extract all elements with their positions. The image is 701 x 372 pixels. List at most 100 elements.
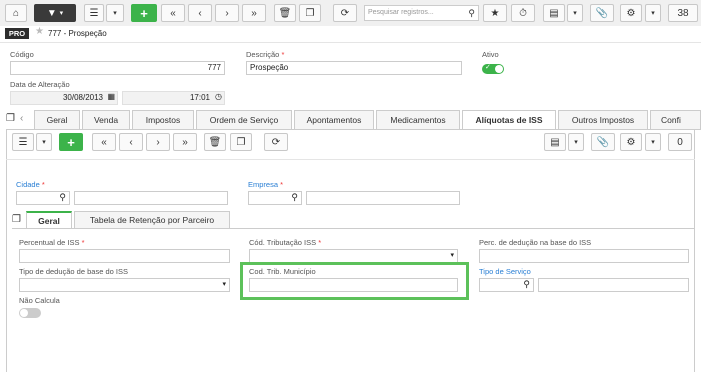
chevron-right-icon: › [156, 136, 160, 148]
favorite-button[interactable]: ★ [483, 4, 507, 22]
tab-geral[interactable]: Geral [34, 110, 80, 130]
codigo-label: Código [10, 50, 34, 59]
layout-button[interactable]: ☰ [84, 4, 104, 22]
cidade-label: Cidade * [16, 180, 45, 189]
record-count: 38 [668, 4, 698, 22]
page-title: 777 - Prospeção [48, 29, 107, 38]
delete-button[interactable]: 🗑 [274, 4, 296, 22]
empresa-name-field[interactable] [306, 191, 460, 205]
empresa-code-field[interactable]: ⚲ [248, 191, 302, 205]
nao-calcula-toggle[interactable] [19, 308, 41, 318]
cod-tributacao-label: Cód. Tributação ISS * [249, 238, 322, 247]
header-divider [0, 42, 701, 43]
trash-icon: 🗑 [278, 7, 292, 19]
attach-button[interactable]: 📎 [590, 4, 614, 22]
module-badge: PRO [5, 28, 29, 39]
add-button[interactable]: + [131, 4, 157, 22]
favorite-star-icon[interactable]: ★ [35, 26, 44, 37]
sub-layout-button[interactable]: ☰ [12, 133, 34, 151]
last-record-button[interactable]: » [242, 4, 266, 22]
report-button[interactable]: ▤ [543, 4, 565, 22]
filter-icon: ▼ [46, 7, 57, 19]
sub-last-button[interactable]: » [173, 133, 197, 151]
double-chevron-left-icon: « [170, 7, 176, 19]
data-alteracao-label: Data de Alteração [10, 80, 70, 89]
subtab-geral[interactable]: Geral [26, 211, 72, 229]
cidade-code-field[interactable]: ⚲ [16, 191, 70, 205]
sub-first-button[interactable]: « [92, 133, 116, 151]
hora-value: 17:01 [189, 93, 210, 102]
tab-aliquotas-de-iss[interactable]: Alíquotas de ISS [462, 110, 556, 130]
sub-toolbar-divider [6, 159, 695, 160]
copy-subtab-icon[interactable]: ❐ [12, 214, 21, 225]
descricao-field[interactable]: Prospeção [246, 61, 462, 75]
cod-tributacao-select[interactable]: ▾ [249, 249, 458, 263]
ativo-label: Ativo [482, 50, 499, 59]
sub-copy-button[interactable]: ❐ [230, 133, 252, 151]
tipo-deducao-label: Tipo de dedução de base do ISS [19, 267, 128, 276]
sub-attach-button[interactable]: 📎 [591, 133, 615, 151]
chevron-right-icon: › [225, 7, 229, 19]
percentual-iss-field[interactable] [19, 249, 230, 263]
ativo-toggle[interactable]: ✓ [482, 64, 504, 74]
percentual-label-text: Percentual de ISS [19, 238, 80, 247]
sub-refresh-button[interactable]: ⟳ [264, 133, 288, 151]
cidade-label-text: Cidade [16, 180, 40, 189]
tab-apontamentos[interactable]: Apontamentos [294, 110, 374, 130]
plus-icon: + [67, 134, 75, 150]
timer-button[interactable]: ⏱ [511, 4, 535, 22]
copy-button[interactable]: ❐ [299, 4, 321, 22]
settings-button[interactable]: ⚙ [620, 4, 642, 22]
descricao-label: Descrição * [246, 50, 285, 59]
descricao-label-text: Descrição [246, 50, 280, 59]
copy-tab-icon[interactable]: ❐ [6, 113, 15, 124]
chevron-down-icon: ▾ [574, 139, 578, 146]
sub-settings-button[interactable]: ⚙ [620, 133, 642, 151]
tipo-servico-code-field[interactable]: ⚲ [479, 278, 534, 292]
copy-icon: ❐ [236, 136, 246, 148]
settings-dropdown[interactable]: ▾ [645, 4, 661, 22]
tipo-servico-name-field[interactable] [538, 278, 689, 292]
tipo-deducao-select[interactable]: ▾ [19, 278, 230, 292]
nao-calcula-label: Não Calcula [19, 296, 60, 305]
report-dropdown[interactable]: ▾ [567, 4, 583, 22]
tab-venda[interactable]: Venda [82, 110, 130, 130]
first-record-button[interactable]: « [161, 4, 185, 22]
subtab-tabela-retencao[interactable]: Tabela de Retenção por Parceiro [74, 211, 230, 229]
list-icon: ☰ [89, 7, 99, 19]
empresa-label: Empresa * [248, 180, 284, 189]
sub-next-button[interactable]: › [146, 133, 170, 151]
sub-add-button[interactable]: + [59, 133, 83, 151]
tab-impostos[interactable]: Impostos [132, 110, 194, 130]
sub-settings-dropdown[interactable]: ▾ [645, 133, 661, 151]
cidade-name-field[interactable] [74, 191, 228, 205]
tab-ordem-de-servico[interactable]: Ordem de Serviço [196, 110, 292, 130]
filter-button[interactable]: ▼ ▾ [34, 4, 76, 22]
next-record-button[interactable]: › [215, 4, 239, 22]
double-chevron-right-icon: » [182, 136, 188, 148]
refresh-icon: ⟳ [271, 136, 281, 148]
sub-report-dropdown[interactable]: ▾ [568, 133, 584, 151]
home-button[interactable]: ⌂ [5, 4, 27, 22]
search-input[interactable]: Pesquisar registros... ⚲ [364, 5, 479, 21]
prev-record-button[interactable]: ‹ [188, 4, 212, 22]
sub-layout-dropdown[interactable]: ▾ [36, 133, 52, 151]
double-chevron-left-icon: « [101, 136, 107, 148]
paperclip-icon: 📎 [595, 7, 609, 19]
sub-delete-button[interactable]: 🗑 [204, 133, 226, 151]
search-icon: ⚲ [523, 279, 530, 289]
sub-prev-button[interactable]: ‹ [119, 133, 143, 151]
cod-trib-municipio-field[interactable] [249, 278, 458, 292]
hora-alteracao-field: 17:01 ◷ [122, 91, 225, 105]
perc-deducao-field[interactable] [479, 249, 689, 263]
chevron-left-icon[interactable]: ‹ [20, 113, 23, 124]
refresh-icon: ⟳ [340, 7, 350, 19]
codigo-field[interactable]: 777 [10, 61, 225, 75]
stopwatch-icon: ⏱ [519, 7, 527, 19]
sub-report-button[interactable]: ▤ [544, 133, 566, 151]
tab-medicamentos[interactable]: Medicamentos [376, 110, 460, 130]
tab-config[interactable]: Confi [650, 110, 701, 130]
layout-dropdown[interactable]: ▾ [106, 4, 124, 22]
refresh-button[interactable]: ⟳ [333, 4, 357, 22]
tab-outros-impostos[interactable]: Outros Impostos [558, 110, 648, 130]
